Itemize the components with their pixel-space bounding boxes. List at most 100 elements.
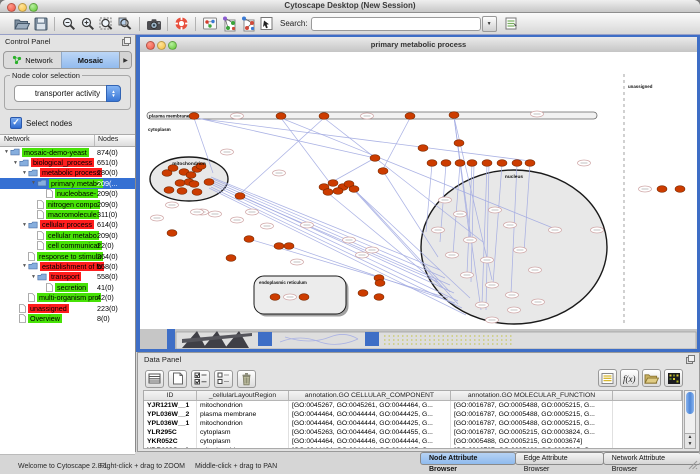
open-file-button[interactable] <box>12 14 31 33</box>
network-node[interactable] <box>244 236 254 243</box>
network-node[interactable] <box>328 180 338 187</box>
network-node[interactable] <box>405 113 415 120</box>
search-input[interactable] <box>311 17 481 31</box>
new-attribute-button[interactable] <box>168 370 187 388</box>
table-cell[interactable]: [GO:0016787, GO:0005488, GO:0005215, G..… <box>451 401 613 410</box>
network-node[interactable] <box>358 290 368 297</box>
table-cell[interactable]: YPL036W__1 <box>144 419 197 428</box>
tree-row[interactable]: ▼metabolic process280(0) <box>0 168 135 178</box>
table-row[interactable]: YDR039C__1mitochondrion[GO:0044464, GO:0… <box>144 446 682 449</box>
disclosure-triangle[interactable]: ▼ <box>21 263 28 269</box>
tree-row[interactable]: ▼primary metabo209(... <box>0 178 135 188</box>
tree-column-network[interactable]: Network <box>0 135 95 146</box>
network-node[interactable] <box>189 181 199 188</box>
snapshot-button[interactable] <box>144 14 163 33</box>
tree-row[interactable]: unassigned223(0) <box>0 303 135 313</box>
import-table-button[interactable] <box>238 14 257 33</box>
tab-network[interactable]: Network <box>4 52 61 68</box>
tree-row[interactable]: macromolecule311(0) <box>0 209 135 219</box>
network-node[interactable] <box>525 160 535 167</box>
network-canvas[interactable]: plasma membranecytoplasmmitochondrionnuc… <box>140 52 697 349</box>
tree-row[interactable]: nucleobase-209(0) <box>0 189 135 199</box>
import-attributes-button[interactable] <box>642 369 661 387</box>
table-cell[interactable] <box>613 428 682 437</box>
table-cell[interactable]: YPL036W__2 <box>144 410 197 419</box>
attribute-grid-button[interactable] <box>145 370 164 388</box>
table-cell[interactable]: mitochondrion <box>197 446 289 449</box>
search-options-dropdown[interactable]: ▼ <box>482 16 497 32</box>
network-node[interactable] <box>270 294 280 301</box>
node-color-select[interactable]: transporter activity ▲▼ <box>14 85 121 102</box>
select-attributes-button[interactable] <box>191 370 210 388</box>
annotation-button[interactable] <box>257 14 276 33</box>
table-cell[interactable]: cytoplasm <box>197 437 289 446</box>
table-row[interactable]: YJR121W__1mitochondrion[GO:0045267, GO:0… <box>144 401 682 410</box>
network-node[interactable] <box>375 280 385 287</box>
attribute-table[interactable]: ID _cellularLayoutRegion annotation.GO C… <box>143 390 683 449</box>
minimize-window-button[interactable] <box>18 3 27 12</box>
network-node[interactable] <box>467 160 477 167</box>
network-node[interactable] <box>299 294 309 301</box>
table-row[interactable]: YPL036W__2plasma membrane[GO:0044464, GO… <box>144 410 682 419</box>
network-node[interactable] <box>441 160 451 167</box>
delete-attribute-button[interactable] <box>237 370 256 388</box>
table-cell[interactable]: [GO:0044464, GO:0044444, GO:0044425, G..… <box>289 410 451 419</box>
network-node[interactable] <box>378 168 388 175</box>
table-scrollbar[interactable]: ▲▼ <box>684 390 696 449</box>
table-cell[interactable]: [GO:0045263, GO:0044464, GO:0044455, G..… <box>289 428 451 437</box>
network-node[interactable] <box>204 179 214 186</box>
attribute-matrix-button[interactable] <box>664 369 683 387</box>
table-cell[interactable]: YLR295C <box>144 428 197 437</box>
column-header-region[interactable]: _cellularLayoutRegion <box>197 391 289 400</box>
table-cell[interactable]: [GO:0044464, GO:0044446, GO:0044444, G..… <box>289 437 451 446</box>
table-cell[interactable]: [GO:0016787, GO:0005488, GO:0005215, G..… <box>451 446 613 449</box>
disclosure-triangle[interactable]: ▼ <box>3 149 10 155</box>
network-node[interactable] <box>657 186 667 193</box>
unselect-attributes-button[interactable] <box>214 370 233 388</box>
network-node[interactable] <box>455 160 465 167</box>
network-node[interactable] <box>274 243 284 250</box>
float-panel-icon[interactable] <box>122 37 131 48</box>
network-node[interactable] <box>675 186 685 193</box>
network-node[interactable] <box>167 230 177 237</box>
tree-row[interactable]: Overview8(0) <box>0 313 135 323</box>
select-nodes-checkbox[interactable]: ✓ <box>10 117 22 129</box>
tree-row[interactable]: ▼transport558(0) <box>0 272 135 282</box>
table-cell[interactable] <box>613 419 682 428</box>
table-cell[interactable]: [GO:0044464, GO:0044444, GO:0044425, G..… <box>289 419 451 428</box>
network-node[interactable] <box>427 160 437 167</box>
disclosure-triangle[interactable]: ▼ <box>21 222 28 228</box>
network-node[interactable] <box>192 189 202 196</box>
network-node[interactable] <box>370 155 380 162</box>
table-cell[interactable]: plasma membrane <box>197 410 289 419</box>
tree-row[interactable]: multi-organism pro42(0) <box>0 292 135 302</box>
close-view-button[interactable] <box>146 41 155 50</box>
disclosure-triangle[interactable]: ▼ <box>30 180 37 186</box>
float-panel-icon[interactable] <box>686 355 695 366</box>
network-node[interactable] <box>189 113 199 120</box>
network-node[interactable] <box>175 180 185 187</box>
tree-row[interactable]: ▼biological_process651(0) <box>0 157 135 167</box>
tab-mosaic[interactable]: Mosaic <box>61 52 119 68</box>
tree-row[interactable]: cellular metabo209(0) <box>0 230 135 240</box>
column-header-id[interactable]: ID <box>144 391 197 400</box>
tree-row[interactable]: ▼cellular process614(0) <box>0 220 135 230</box>
table-cell[interactable]: YJR121W__1 <box>144 401 197 410</box>
table-cell[interactable] <box>613 446 682 449</box>
layout-button[interactable] <box>200 14 219 33</box>
scrollbar-arrows[interactable]: ▲▼ <box>685 433 695 448</box>
help-button[interactable] <box>172 14 191 33</box>
close-window-button[interactable] <box>7 3 16 12</box>
network-node[interactable] <box>319 113 329 120</box>
table-cell[interactable]: [GO:0005488, GO:0005215, GO:0003674] <box>451 437 613 446</box>
table-cell[interactable]: [GO:0044464, GO:0044444, GO:0044425, G..… <box>289 446 451 449</box>
network-node[interactable] <box>497 160 507 167</box>
table-cell[interactable]: [GO:0016787, GO:0005488, GO:0005215, G..… <box>451 410 613 419</box>
network-node[interactable] <box>449 112 459 119</box>
network-node[interactable] <box>164 187 174 194</box>
tree-row[interactable]: ▼establishment of lo558(0) <box>0 261 135 271</box>
table-row[interactable]: YPL036W__1mitochondrion[GO:0044464, GO:0… <box>144 419 682 428</box>
network-node[interactable] <box>226 255 236 262</box>
tab-scroll-right-button[interactable]: ▶ <box>119 52 131 68</box>
network-node[interactable] <box>482 160 492 167</box>
